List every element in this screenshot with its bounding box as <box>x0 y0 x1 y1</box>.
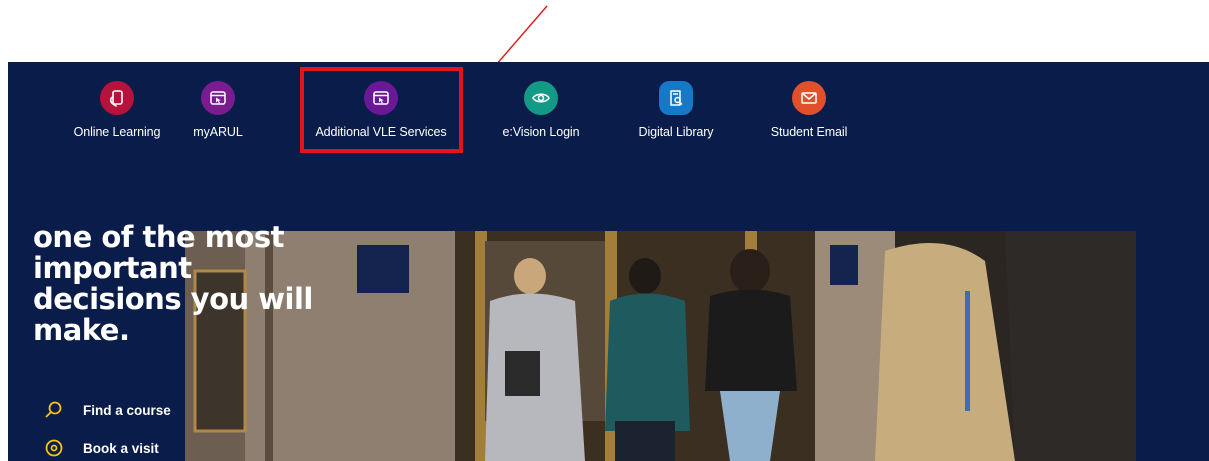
hero-heading-line: make. <box>33 313 130 347</box>
site-header-panel: Online Learning myARUL Additional VLE Se… <box>8 62 1209 461</box>
hero-heading-line: important <box>33 251 192 285</box>
quicklink-evision-login[interactable]: e:Vision Login <box>491 62 591 162</box>
hero-heading-line: one of the most <box>33 220 285 254</box>
quicklink-digital-library[interactable]: Digital Library <box>626 62 726 162</box>
find-course-label: Find a course <box>83 402 171 418</box>
find-course-link[interactable]: Find a course <box>44 400 171 420</box>
hero-heading: one of the most important decisions you … <box>33 222 393 346</box>
quicklink-label: Student Email <box>770 125 848 139</box>
annotation-highlight-box <box>300 67 463 153</box>
quicklink-myarul[interactable]: myARUL <box>187 62 249 162</box>
browser-cursor-icon <box>201 81 235 115</box>
quicklink-label: myARUL <box>193 125 243 139</box>
book-visit-label: Book a visit <box>83 440 159 456</box>
location-pin-icon <box>45 439 63 457</box>
search-icon <box>45 401 62 418</box>
book-search-icon <box>659 81 693 115</box>
book-visit-link[interactable]: Book a visit <box>44 438 159 458</box>
quicklink-online-learning[interactable]: Online Learning <box>62 62 172 162</box>
quicklink-student-email[interactable]: Student Email <box>759 62 859 162</box>
quicklinks-bar: Online Learning myARUL Additional VLE Se… <box>8 62 1209 162</box>
eye-icon <box>524 81 558 115</box>
quicklink-label: Digital Library <box>638 125 714 139</box>
quicklink-label: e:Vision Login <box>502 125 580 139</box>
hand-device-icon <box>100 81 134 115</box>
quicklink-label: Online Learning <box>73 125 161 139</box>
envelope-icon <box>792 81 826 115</box>
hero-heading-line: decisions you will <box>33 282 313 316</box>
